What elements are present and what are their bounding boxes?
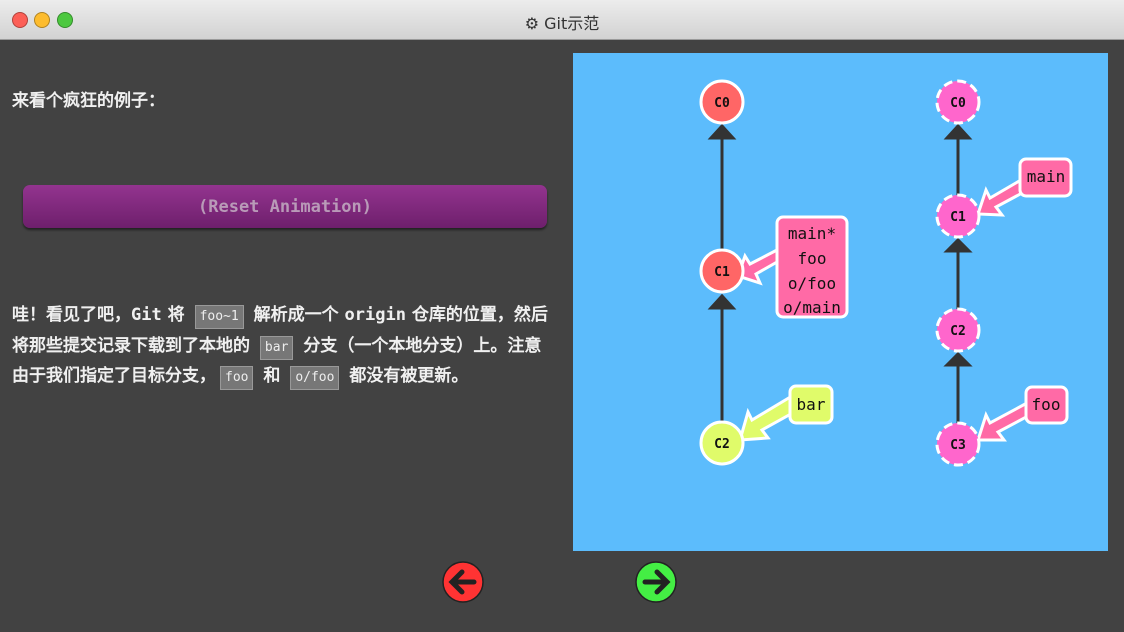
arrow-right-icon[interactable] [635,561,677,603]
svg-text:C1: C1 [714,265,730,280]
svg-text:main*: main* [788,224,836,243]
svg-text:o/main: o/main [783,298,841,317]
window-title: ⚙ Git示范 [524,14,600,33]
arrow-left-icon[interactable] [442,561,484,603]
svg-text:foo: foo [798,249,827,268]
branch-arrow-main-remote [975,177,1026,217]
svg-text:o/foo: o/foo [788,274,836,293]
svg-text:bar: bar [797,395,826,414]
svg-text:C0: C0 [950,96,966,111]
git-visualization: main* foo o/foo o/main bar main foo C0 C… [573,53,1108,551]
code-foo-1: foo~1 [194,305,244,329]
code-bar: bar [259,335,294,360]
reset-animation-button[interactable]: (Reset Animation) [23,185,547,228]
intro-text: 来看个疯狂的例子： [12,91,165,111]
svg-text:C1: C1 [950,210,966,225]
code-foo: foo [220,366,254,390]
svg-text:C2: C2 [714,437,730,452]
svg-text:C2: C2 [950,324,966,339]
svg-text:C0: C0 [714,96,730,111]
svg-text:foo: foo [1032,395,1061,414]
explanation-text: 哇！看见了吧，Git 将 foo~1 解析成一个 origin 仓库的位置，然后… [12,300,557,392]
svg-text:C3: C3 [950,438,966,453]
gear-icon: ⚙ [524,14,540,33]
branch-arrow-foo-remote [975,400,1032,442]
title-bar: ⚙ Git示范 [0,0,1124,40]
remote-edges [943,123,973,423]
svg-text:main: main [1027,167,1066,186]
code-o-foo: o/foo [290,366,340,390]
